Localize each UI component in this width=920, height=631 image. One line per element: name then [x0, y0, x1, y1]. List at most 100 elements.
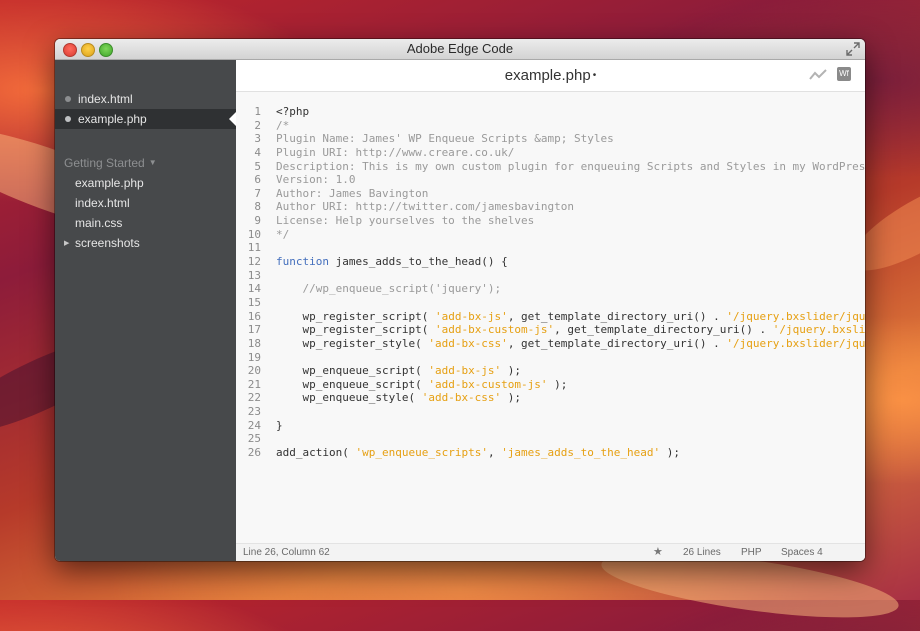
code-line[interactable]: 2 /* — [236, 119, 865, 133]
line-number: 10 — [247, 227, 261, 241]
language-mode[interactable]: PHP — [741, 544, 762, 561]
line-number: 13 — [247, 268, 261, 282]
code-line[interactable]: 15 — [236, 296, 865, 310]
indent-setting[interactable]: Spaces 4 — [781, 544, 823, 561]
line-number: 7 — [254, 186, 261, 200]
code-token-string: '/jquery.bxslider/ — [772, 323, 865, 337]
editor-pane: example.php • Wf 1 <?php 2 /* 3 Plugin Name: J… — [236, 60, 865, 561]
code-line[interactable]: 1 <?php — [236, 105, 865, 119]
code-content: Author: James Bavington — [276, 187, 428, 201]
star-icon[interactable]: ★ — [653, 544, 663, 561]
code-line[interactable]: 16 wp_register_script( 'add-bx-js', get_… — [236, 310, 865, 324]
line-number: 4 — [254, 145, 261, 159]
line-number: 9 — [254, 214, 261, 228]
code-line[interactable]: 22 wp_enqueue_style( 'add-bx-css' ); — [236, 391, 865, 405]
code-line[interactable]: 26 add_action( 'wp_enqueue_scripts', 'jam… — [236, 446, 865, 460]
code-token-plain: wp_enqueue_style( — [276, 391, 422, 405]
code-content: License: Help yourselves to the shelves — [276, 214, 534, 228]
code-content: } — [276, 419, 283, 433]
tree-folder-item[interactable]: ▶ screenshots — [64, 236, 140, 250]
code-line[interactable]: 4 Plugin URI: http://www.creare.co.uk/ — [236, 146, 865, 160]
code-token-keyword: function — [276, 255, 329, 269]
live-preview-icon[interactable] — [809, 69, 827, 81]
line-number: 12 — [247, 255, 261, 269]
line-number: 26 — [247, 446, 261, 460]
code-line[interactable]: 20 wp_enqueue_script( 'add-bx-js' ); — [236, 364, 865, 378]
close-window-button[interactable] — [63, 43, 77, 57]
web-fonts-button[interactable]: Wf — [837, 67, 851, 81]
code-content: wp_enqueue_style( 'add-bx-css' ); — [276, 391, 521, 405]
code-line[interactable]: 17 wp_register_script( 'add-bx-custom-js… — [236, 323, 865, 337]
line-number: 25 — [247, 432, 261, 446]
code-line[interactable]: 24} — [236, 419, 865, 433]
caret-down-icon: ▼ — [148, 158, 157, 167]
code-line[interactable]: 6 Version: 1.0 — [236, 173, 865, 187]
code-line[interactable]: 3 Plugin Name: James' WP Enqueue Scripts … — [236, 132, 865, 146]
code-line[interactable]: 13 — [236, 269, 865, 283]
code-content: //wp_enqueue_script('jquery'); — [276, 282, 501, 296]
code-token-plain: wp_register_script( — [276, 323, 435, 337]
code-token-string: 'add-bx-js' — [428, 364, 502, 378]
code-token-plain: add_action( — [276, 446, 356, 460]
line-number: 15 — [247, 295, 261, 309]
unsaved-indicator: • — [592, 70, 597, 81]
code-line[interactable]: 12 function james_adds_to_the_head() { — [236, 255, 865, 269]
code-token-string: '/jquery.bxslider/jquery. — [726, 336, 865, 350]
code-line[interactable]: 5 Description: This is my own custom plug… — [236, 160, 865, 174]
line-number: 16 — [247, 309, 261, 323]
code-token-plain: wp_enqueue_script( — [276, 377, 429, 391]
line-number: 8 — [254, 200, 261, 214]
window-titlebar[interactable]: Adobe Edge Code — [55, 39, 865, 60]
project-title-dropdown[interactable]: Getting Started ▼ — [64, 156, 157, 170]
code-line[interactable]: 9 License: Help yourselves to the shelves — [236, 214, 865, 228]
code-line[interactable]: 14 //wp_enqueue_script('jquery'); — [236, 282, 865, 296]
code-line[interactable]: 19 — [236, 351, 865, 365]
code-token-plain: wp_enqueue_script( — [276, 364, 429, 378]
code-line[interactable]: 25 — [236, 432, 865, 446]
fullscreen-icon[interactable] — [845, 41, 861, 57]
code-content: Plugin URI: http://www.creare.co.uk/ — [276, 146, 514, 160]
code-token-comment: /* — [276, 118, 290, 132]
code-content: wp_register_style( 'add-bx-css', get_tem… — [276, 337, 865, 351]
code-line[interactable]: 18 wp_register_style( 'add-bx-css', get_… — [236, 337, 865, 351]
tree-file-item[interactable]: example.php — [75, 176, 144, 190]
line-number: 22 — [247, 391, 261, 405]
code-line[interactable]: 23 — [236, 405, 865, 419]
cursor-position: Line 26, Column 62 — [243, 547, 330, 558]
code-token-plain: ); — [547, 377, 568, 391]
line-number: 5 — [254, 159, 261, 173]
working-file-item[interactable]: index.html — [55, 89, 236, 109]
code-content: Author URI: http://twitter.com/jamesbavi… — [276, 200, 574, 214]
working-file-item-selected[interactable]: example.php — [55, 109, 237, 129]
code-token-comment: Plugin Name: James' WP Enqueue Scripts &… — [276, 132, 614, 146]
editor-header: example.php • Wf — [236, 60, 865, 92]
code-content: function james_adds_to_the_head() { — [276, 255, 508, 269]
code-line[interactable]: 7 Author: James Bavington — [236, 187, 865, 201]
code-area[interactable]: 1 <?php 2 /* 3 Plugin Name: James' WP Enqueue… — [236, 105, 865, 525]
code-line[interactable]: 10 */ — [236, 228, 865, 242]
code-content: wp_register_script( 'add-bx-custom-js', … — [276, 323, 865, 337]
code-token-plain: wp_register_style( — [276, 336, 429, 350]
tree-file-item[interactable]: main.css — [75, 216, 122, 230]
code-token-plain: , — [487, 446, 502, 460]
current-file-title: example.php • — [236, 67, 865, 84]
code-line[interactable]: 11 — [236, 241, 865, 255]
code-token-string: 'wp_enqueue_scripts' — [355, 446, 488, 460]
zoom-window-button[interactable] — [99, 43, 113, 57]
working-file-label: example.php — [78, 112, 147, 126]
code-line[interactable]: 8 Author URI: http://twitter.com/jamesbav… — [236, 200, 865, 214]
code-token-plain: <?php — [276, 105, 310, 118]
code-line[interactable]: 21 wp_enqueue_script( 'add-bx-custom-js'… — [236, 378, 865, 392]
code-token-plain: , get_template_directory_uri() . — [507, 309, 727, 323]
code-token-plain: ); — [501, 364, 522, 378]
minimize-window-button[interactable] — [81, 43, 95, 57]
code-token-plain: ); — [660, 446, 681, 460]
file-name: example.php — [504, 67, 591, 84]
file-dot-icon — [65, 96, 71, 102]
code-content: <?php — [276, 105, 309, 119]
line-number: 2 — [254, 118, 261, 132]
line-number: 20 — [247, 364, 261, 378]
tree-file-item[interactable]: index.html — [75, 196, 130, 210]
code-content: add_action( 'wp_enqueue_scripts', 'james… — [276, 446, 680, 460]
disclosure-triangle-icon[interactable]: ▶ — [64, 239, 69, 247]
